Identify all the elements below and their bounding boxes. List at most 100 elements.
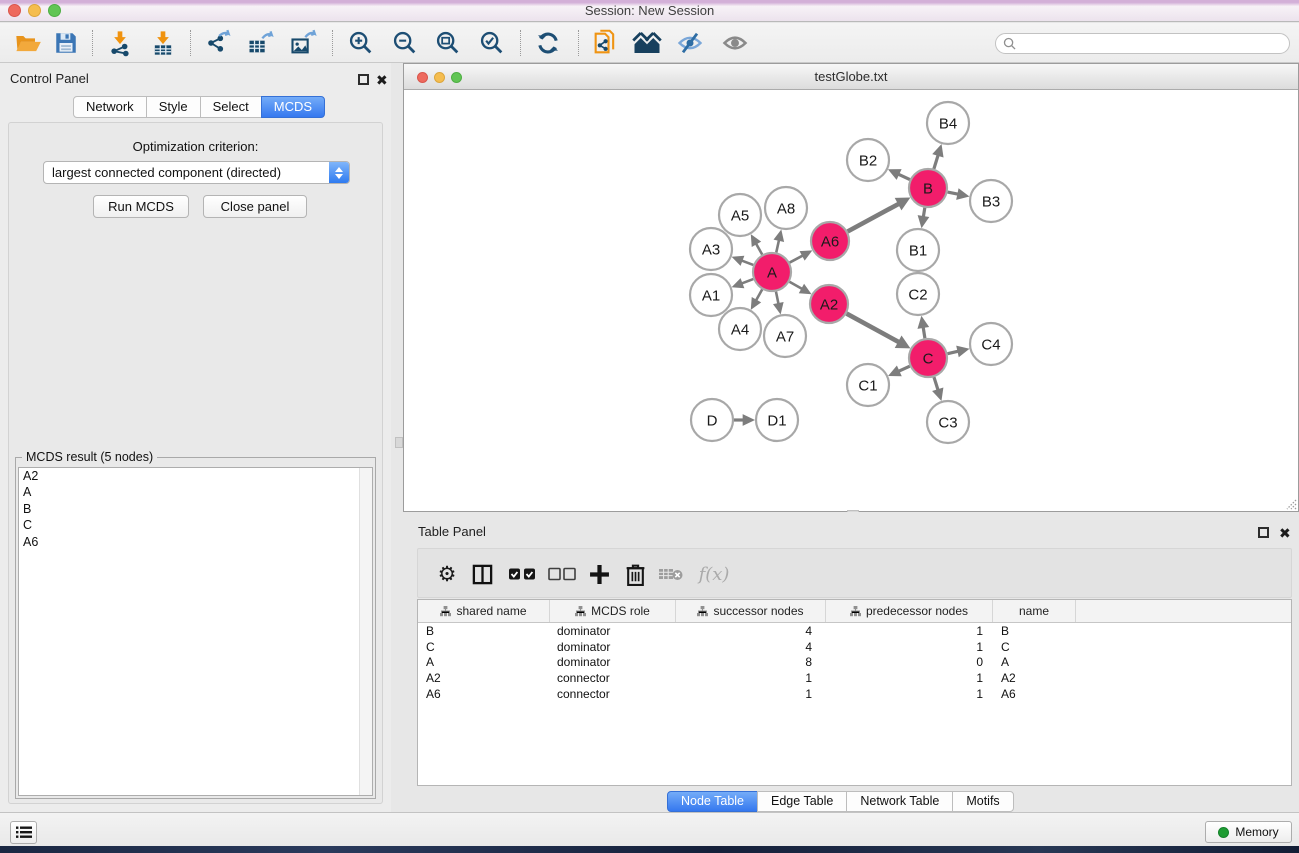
zoom-out-icon[interactable] bbox=[388, 26, 422, 60]
toolbar-separator bbox=[578, 30, 579, 56]
result-scrollbar[interactable] bbox=[359, 468, 372, 795]
edge-arrow-icon bbox=[918, 215, 930, 228]
tab-select[interactable]: Select bbox=[200, 96, 262, 118]
column-header-mcds-role[interactable]: MCDS role bbox=[550, 600, 676, 622]
mcds-result-title: MCDS result (5 nodes) bbox=[22, 450, 157, 464]
export-image-icon[interactable] bbox=[286, 26, 320, 60]
hide-panels-icon[interactable] bbox=[673, 26, 707, 60]
run-mcds-button[interactable]: Run MCDS bbox=[93, 195, 189, 218]
close-table-panel-icon[interactable]: ✖ bbox=[1279, 528, 1291, 539]
column-header-successor-nodes[interactable]: successor nodes bbox=[676, 600, 826, 622]
tab-network[interactable]: Network bbox=[73, 96, 147, 118]
task-history-icon[interactable] bbox=[10, 821, 37, 844]
delete-table-icon[interactable] bbox=[656, 560, 686, 588]
refresh-layout-icon[interactable] bbox=[531, 26, 565, 60]
node-table: shared name MCDS role successor nodes pr… bbox=[417, 599, 1292, 786]
graph-node-label: A2 bbox=[820, 296, 838, 313]
graph-node-label: A6 bbox=[821, 233, 839, 250]
graph-edge-A-A2 bbox=[789, 282, 802, 289]
zoom-selected-icon[interactable] bbox=[475, 26, 509, 60]
zoom-in-icon[interactable] bbox=[344, 26, 378, 60]
graph-node-label: C4 bbox=[981, 336, 1000, 353]
zoom-fit-icon[interactable] bbox=[431, 26, 465, 60]
table-toolbar: ⚙ bbox=[417, 548, 1292, 598]
delete-columns-icon[interactable] bbox=[622, 560, 648, 588]
window-title: Session: New Session bbox=[0, 3, 1299, 18]
graph-edge-B-B2 bbox=[898, 174, 910, 180]
unselect-all-columns-icon[interactable] bbox=[546, 560, 578, 588]
import-table-icon[interactable] bbox=[146, 26, 180, 60]
optimization-criterion-select[interactable]: largest connected component (directed) bbox=[43, 161, 350, 184]
tab-edge-table[interactable]: Edge Table bbox=[757, 791, 847, 812]
result-item[interactable]: C bbox=[19, 517, 372, 533]
table-row[interactable]: A2connector11A2 bbox=[418, 670, 1291, 686]
table-row[interactable]: Adominator80A bbox=[418, 655, 1291, 671]
graph-edge-C-C1 bbox=[898, 366, 910, 371]
mcds-result-list[interactable]: A2ABCA6 bbox=[18, 467, 373, 796]
function-builder-icon[interactable]: f(x) bbox=[694, 560, 734, 588]
graph-edge-A-A7 bbox=[776, 292, 779, 305]
table-tabs: Node Table Edge Table Network Table Moti… bbox=[667, 791, 1014, 812]
tab-motifs[interactable]: Motifs bbox=[952, 791, 1013, 812]
edge-arrow-icon bbox=[743, 414, 755, 426]
result-item[interactable]: B bbox=[19, 501, 372, 517]
graph-svg[interactable]: B4B2BB3B1A5A8A6A3AA1A2C2A4A7C4CC1C3DD1 bbox=[404, 91, 1298, 511]
export-network-icon[interactable] bbox=[201, 26, 235, 60]
control-panel: Control Panel ✖ Network Style Select MCD… bbox=[0, 63, 391, 812]
tab-style[interactable]: Style bbox=[146, 96, 201, 118]
open-session-icon[interactable] bbox=[11, 26, 45, 60]
settings-gear-icon[interactable]: ⚙ bbox=[434, 560, 460, 588]
memory-label: Memory bbox=[1235, 825, 1278, 839]
content-area: Control Panel ✖ Network Style Select MCD… bbox=[0, 63, 1299, 812]
edge-arrow-icon bbox=[956, 346, 969, 358]
save-session-icon[interactable] bbox=[49, 26, 83, 60]
network-window-titlebar[interactable]: testGlobe.txt bbox=[404, 64, 1298, 90]
hierarchy-icon bbox=[575, 606, 586, 617]
main-toolbar bbox=[0, 23, 1299, 63]
close-panel-button[interactable]: Close panel bbox=[203, 195, 307, 218]
table-row[interactable]: A6connector11A6 bbox=[418, 686, 1291, 702]
close-panel-icon[interactable]: ✖ bbox=[376, 75, 388, 86]
select-all-columns-icon[interactable] bbox=[506, 560, 538, 588]
window-titlebar: Session: New Session bbox=[0, 0, 1299, 22]
vertical-divider-handle[interactable] bbox=[395, 437, 403, 448]
result-item[interactable]: A2 bbox=[19, 468, 372, 484]
search-input[interactable] bbox=[1021, 37, 1271, 51]
column-header-predecessor-nodes[interactable]: predecessor nodes bbox=[826, 600, 993, 622]
graph-node-label: B3 bbox=[982, 193, 1000, 210]
tab-network-table[interactable]: Network Table bbox=[846, 791, 953, 812]
graph-edge-B-B4 bbox=[934, 154, 938, 168]
memory-status-icon bbox=[1218, 827, 1229, 838]
graph-node-label: B bbox=[923, 180, 933, 197]
import-network-icon[interactable] bbox=[103, 26, 137, 60]
resize-grip-icon[interactable] bbox=[1283, 496, 1297, 510]
search-box[interactable] bbox=[995, 33, 1290, 54]
optimization-criterion-label: Optimization criterion: bbox=[9, 139, 382, 154]
float-table-panel-icon[interactable] bbox=[1258, 527, 1269, 538]
graph-node-label: B4 bbox=[939, 115, 957, 132]
result-item[interactable]: A6 bbox=[19, 534, 372, 550]
graph-node-label: A7 bbox=[776, 328, 794, 345]
edge-arrow-icon bbox=[932, 144, 943, 158]
float-panel-icon[interactable] bbox=[358, 74, 369, 85]
table-row[interactable]: Bdominator41B bbox=[418, 623, 1291, 639]
graph-edge-A-A4 bbox=[756, 289, 762, 301]
export-table-icon[interactable] bbox=[243, 26, 277, 60]
column-header-shared-name[interactable]: shared name bbox=[418, 600, 550, 622]
table-row[interactable]: Cdominator41C bbox=[418, 639, 1291, 655]
memory-button[interactable]: Memory bbox=[1205, 821, 1292, 843]
graph-edge-A-A3 bbox=[741, 260, 753, 265]
edge-arrow-icon bbox=[932, 387, 943, 401]
tab-mcds[interactable]: MCDS bbox=[261, 96, 325, 118]
toolbar-separator bbox=[332, 30, 333, 56]
home-icon[interactable] bbox=[630, 26, 664, 60]
column-header-name[interactable]: name bbox=[993, 600, 1076, 622]
network-canvas[interactable]: B4B2BB3B1A5A8A6A3AA1A2C2A4A7C4CC1C3DD1 bbox=[404, 91, 1298, 511]
control-panel-title: Control Panel bbox=[10, 71, 89, 86]
result-item[interactable]: A bbox=[19, 484, 372, 500]
show-panels-icon[interactable] bbox=[718, 26, 752, 60]
create-column-icon[interactable] bbox=[586, 560, 612, 588]
tab-node-table[interactable]: Node Table bbox=[667, 791, 758, 812]
column-view-icon[interactable] bbox=[468, 560, 496, 588]
duplicate-network-icon[interactable] bbox=[588, 26, 622, 60]
